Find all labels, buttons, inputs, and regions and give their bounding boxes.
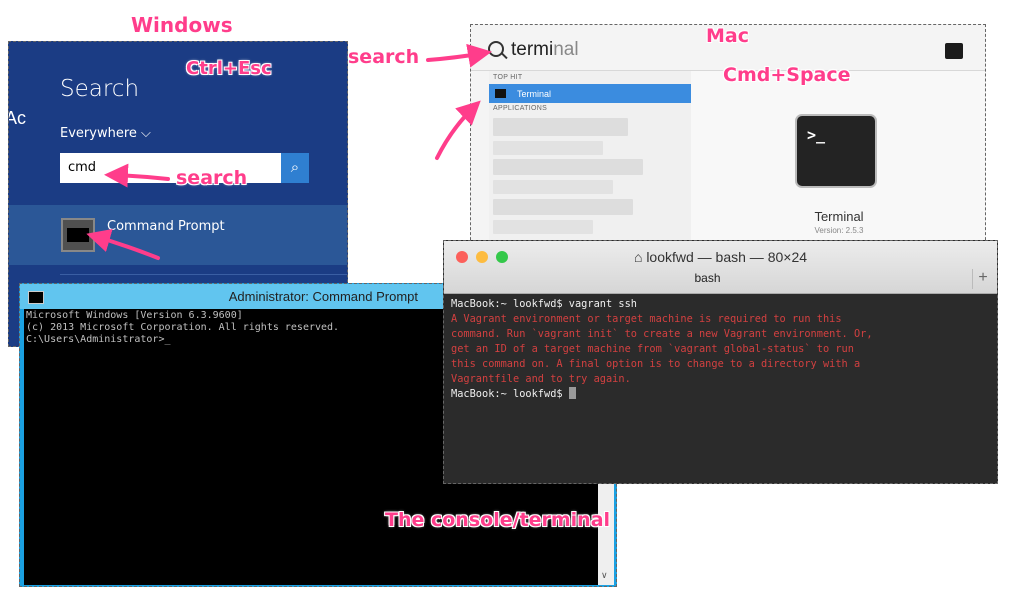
search-input-value: cmd [68,160,97,175]
scope-label: Everywhere [60,126,137,141]
blurred-result[interactable] [493,199,633,215]
search-icon: ⌕ [290,159,300,176]
new-tab-button[interactable]: + [972,269,993,289]
blurred-result[interactable] [493,220,593,234]
terminal-error-line: command. Run `vagrant init` to create a … [451,328,873,340]
terminal-prompt: MacBook:~ lookfwd$ [451,388,569,400]
mac-terminal-window: ⌂ lookfwd — bash — 80×24 bash + MacBook:… [443,240,998,484]
terminal-error-line: get an ID of a target machine from `vagr… [451,343,854,355]
blurred-result[interactable] [493,180,613,194]
search-icon [488,41,504,57]
terminal-output[interactable]: MacBook:~ lookfwd$ vagrant ssh A Vagrant … [451,297,993,402]
blurred-result[interactable] [493,141,603,155]
chevron-down-icon: ⌵ [141,126,151,141]
annotation-console: The console/terminal [385,509,611,531]
terminal-title-text: lookfwd — bash — 80×24 [646,249,808,265]
scroll-down-arrow-icon[interactable]: ∨ [601,570,608,581]
applications-header: APPLICATIONS [493,105,548,112]
search-button[interactable]: ⌕ [281,153,309,183]
annotation-search-mac: search [348,46,420,68]
annotation-ctrl-esc: Ctrl+Esc [186,58,272,79]
result-terminal-top-hit[interactable]: Terminal [489,84,691,103]
top-hit-label: Terminal [517,89,552,99]
blurred-result[interactable] [493,118,628,136]
terminal-titlebar[interactable]: ⌂ lookfwd — bash — 80×24 bash + [444,241,997,294]
mac-spotlight-window: terminal TOP HIT Terminal APPLICATIONS >… [470,24,986,250]
spotlight-search-input[interactable]: terminal [511,39,579,61]
annotation-search-windows: search [176,167,248,189]
search-result-command-prompt[interactable] [9,205,347,265]
preview-app-version: Version: 2.5.3 [814,226,864,235]
terminal-icon [495,89,506,98]
blurred-result[interactable] [493,159,643,175]
terminal-command-line: MacBook:~ lookfwd$ vagrant ssh [451,298,637,310]
terminal-tab[interactable]: bash [444,271,971,285]
command-prompt-icon [61,218,95,252]
search-result-label: Command Prompt [107,219,225,234]
cropped-heading-text: Ac [9,108,27,128]
preview-app-name: Terminal [814,209,864,224]
query-completion: nal [553,39,579,60]
terminal-icon [945,43,963,59]
terminal-window-title: ⌂ lookfwd — bash — 80×24 [444,249,997,265]
terminal-error-line: Vagrantfile and to try again. [451,373,631,385]
terminal-error-line: this command on. A final option is to ch… [451,358,861,370]
search-heading: Search [60,76,140,102]
top-hit-header: TOP HIT [493,74,523,81]
search-scope-dropdown[interactable]: Everywhere ⌵ [60,126,151,141]
annotation-cmd-space: Cmd+Space [723,64,851,86]
annotation-windows: Windows [131,13,233,37]
annotation-mac: Mac [706,25,749,47]
terminal-cursor [568,387,576,399]
terminal-error-line: A Vagrant environment or target machine … [451,313,842,325]
home-icon: ⌂ [633,249,643,265]
divider [60,274,347,275]
query-typed: termi [511,39,554,60]
terminal-prompt-glyph: >_ [807,126,826,144]
terminal-app-icon: >_ [795,114,877,188]
